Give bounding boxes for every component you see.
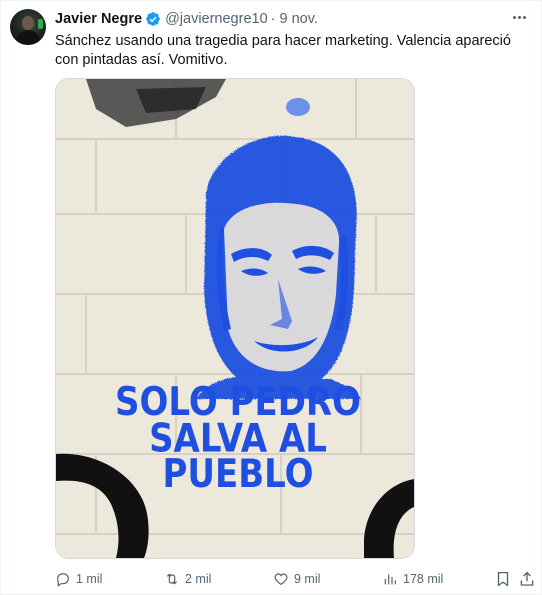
author-name[interactable]: Javier Negre (55, 11, 142, 27)
like-button[interactable]: 9 mil (273, 569, 320, 589)
heart-icon (274, 573, 288, 586)
tweet-media-image[interactable]: SOLO PEDRO SALVA AL PUEBLO (55, 78, 415, 559)
verified-badge-icon (146, 12, 160, 26)
more-dot (512, 15, 516, 19)
author-handle[interactable]: @javiernegre10 (165, 11, 268, 27)
share-icon[interactable] (518, 570, 536, 588)
stencil-graffiti-photo: SOLO PEDRO SALVA AL PUEBLO (56, 79, 414, 558)
views-button[interactable]: 178 mil (382, 569, 443, 589)
avatar[interactable] (10, 9, 46, 45)
repost-button[interactable]: 2 mil (164, 569, 211, 589)
like-count: 9 mil (294, 572, 321, 586)
repost-icon (166, 573, 178, 585)
avatar-head (22, 16, 34, 30)
tweet-header: Javier Negre @javiernegre10 · 9 nov. (55, 10, 318, 28)
reply-count: 1 mil (76, 572, 103, 586)
tweet-text: Sánchez usando una tragedia para hacer m… (55, 33, 511, 68)
tweet-timestamp[interactable]: 9 nov. (280, 11, 318, 27)
views-chart-icon (384, 574, 396, 585)
reply-icon (57, 573, 69, 587)
repost-count: 2 mil (185, 572, 212, 586)
views-count: 178 mil (403, 572, 444, 586)
header-separator: · (270, 11, 276, 27)
more-dot (522, 15, 526, 19)
reply-button[interactable]: 1 mil (55, 569, 102, 589)
bookmark-icon[interactable] (494, 570, 512, 588)
avatar-body (16, 30, 40, 45)
tweet-card[interactable]: Javier Negre @javiernegre10 · 9 nov. Sán… (0, 0, 542, 595)
more-dot (517, 15, 521, 19)
more-options-icon[interactable] (509, 10, 529, 24)
tweet-actions: 1 mil 2 mil 9 mil 178 mil (55, 569, 535, 589)
avatar-accent (38, 19, 43, 29)
stencil-line-3: PUEBLO (163, 451, 314, 497)
